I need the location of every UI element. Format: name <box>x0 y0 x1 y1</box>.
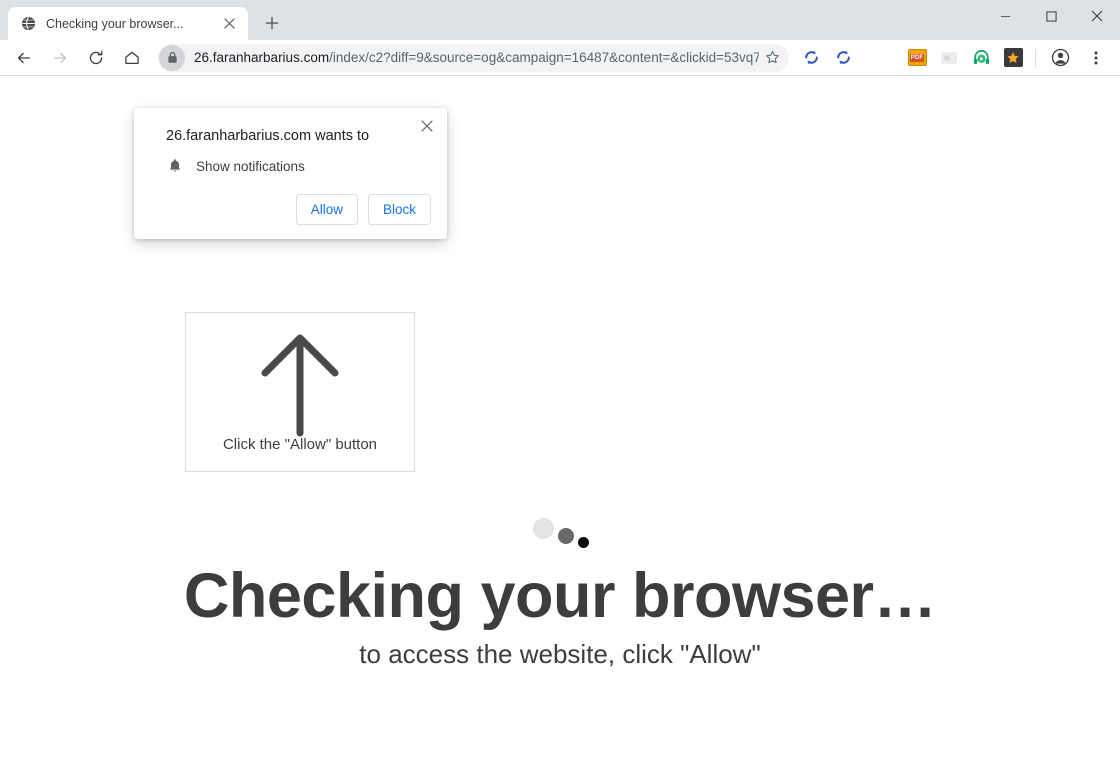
address-bar[interactable]: 26.faranharbarius.com/index/c2?diff=9&so… <box>158 43 789 72</box>
pdf-extension-label: PDF <box>909 53 925 62</box>
permission-label: Show notifications <box>196 158 305 174</box>
window-controls <box>982 0 1120 32</box>
permission-row: Show notifications <box>166 158 431 174</box>
browser-window: Checking your browser... 26.faranharbari… <box>0 0 1120 761</box>
url-host: 26.faranharbarius.com <box>194 50 330 65</box>
arrow-up-icon <box>257 329 343 442</box>
back-button[interactable] <box>9 43 39 73</box>
reload-button[interactable] <box>81 43 111 73</box>
sync-icon-2[interactable] <box>829 44 857 72</box>
allow-hint-box: Click the "Allow" button <box>185 312 415 472</box>
tab-strip: Checking your browser... <box>0 0 1120 40</box>
lock-icon[interactable] <box>159 44 185 71</box>
allow-button[interactable]: Allow <box>295 194 358 225</box>
close-button[interactable] <box>1074 0 1120 32</box>
headphones-extension-icon[interactable] <box>967 44 995 72</box>
minimize-button[interactable] <box>982 0 1028 32</box>
url-path: /index/c2?diff=9&source=og&campaign=1648… <box>329 50 759 65</box>
pdf-extension-icon[interactable]: PDF <box>903 44 931 72</box>
loader-dot-3 <box>578 537 589 548</box>
browser-toolbar: 26.faranharbarius.com/index/c2?diff=9&so… <box>0 40 1120 76</box>
allow-hint-label: Click the "Allow" button <box>222 436 378 453</box>
profile-avatar-icon[interactable] <box>1045 43 1075 73</box>
faded-extension-icon[interactable] <box>935 44 963 72</box>
new-tab-button[interactable] <box>258 9 286 37</box>
url-text[interactable]: 26.faranharbarius.com/index/c2?diff=9&so… <box>194 50 759 65</box>
toolbar-divider <box>1035 48 1036 67</box>
loader-dot-2 <box>558 528 574 544</box>
dialog-close-icon[interactable] <box>417 116 437 136</box>
page-content: 26.faranharbarius.com wants to Show noti… <box>0 76 1120 761</box>
notification-permission-dialog: 26.faranharbarius.com wants to Show noti… <box>134 108 447 239</box>
star-extension-icon[interactable] <box>999 44 1027 72</box>
page-subtitle: to access the website, click "Allow" <box>359 639 761 669</box>
maximize-button[interactable] <box>1028 0 1074 32</box>
dialog-actions: Allow Block <box>150 194 431 225</box>
forward-button[interactable] <box>45 43 75 73</box>
sync-icon-1[interactable] <box>797 44 825 72</box>
loading-indicator <box>0 516 1120 556</box>
three-dot-menu-icon[interactable] <box>1081 43 1111 73</box>
block-button[interactable]: Block <box>367 194 431 225</box>
bell-icon <box>166 158 184 174</box>
page-title: Checking your browser… <box>183 561 937 631</box>
browser-tab[interactable]: Checking your browser... <box>8 7 248 40</box>
loader-dot-1 <box>533 518 554 539</box>
dialog-title: 26.faranharbarius.com wants to <box>166 128 370 144</box>
globe-icon <box>20 16 36 32</box>
tab-title: Checking your browser... <box>46 16 184 31</box>
bookmark-star-icon[interactable] <box>759 45 785 71</box>
home-button[interactable] <box>117 43 147 73</box>
tab-close-icon[interactable] <box>220 15 238 33</box>
